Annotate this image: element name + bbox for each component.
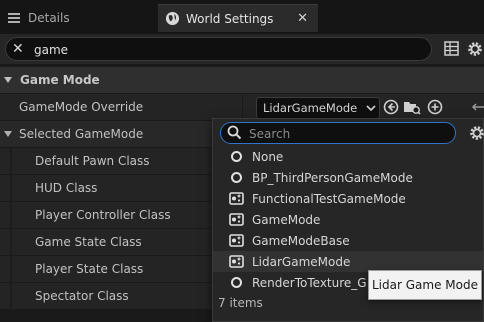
details-search-input[interactable]	[32, 40, 416, 60]
dropdown-option-label: GameMode	[252, 212, 321, 227]
table-view-icon[interactable]	[444, 41, 460, 57]
circle-icon	[228, 149, 244, 165]
tooltip: Lidar Game Mode	[368, 270, 482, 300]
gamemode-override-value: LidarGameMode	[263, 101, 358, 115]
details-icon	[6, 10, 22, 26]
class-icon	[228, 254, 244, 270]
item-count: 7 items	[218, 296, 263, 310]
dropdown-option[interactable]: FunctionalTestGameMode	[228, 188, 484, 209]
indent-guide	[10, 148, 12, 311]
gamemode-override-label: GameMode Override	[19, 100, 144, 114]
dropdown-search-box[interactable]	[220, 122, 456, 144]
class-icon	[228, 212, 244, 228]
search-icon	[227, 125, 242, 143]
dropdown-option[interactable]: BP_ThirdPersonGameMode	[228, 167, 484, 188]
dropdown-option-label: LidarGameMode	[252, 254, 351, 269]
dropdown-option[interactable]: GameModeBase	[228, 230, 484, 251]
dropdown-option-label: None	[252, 149, 284, 164]
property-label: HUD Class	[35, 181, 98, 195]
dropdown-search-input[interactable]	[247, 124, 451, 143]
property-label: Player State Class	[35, 262, 144, 276]
settings-gear-icon[interactable]	[466, 40, 484, 58]
collapse-arrow-icon[interactable]	[4, 77, 12, 83]
collapse-arrow-icon[interactable]	[4, 131, 12, 137]
property-label: Default Pawn Class	[35, 154, 150, 168]
property-label: Spectator Class	[35, 289, 129, 303]
class-icon	[228, 233, 244, 249]
category-game-mode[interactable]: Game Mode	[0, 67, 484, 93]
circle-icon	[228, 275, 244, 291]
tab-world-settings-label: World Settings	[186, 11, 274, 26]
category-selected-gamemode-label: Selected GameMode	[19, 127, 144, 141]
browse-to-asset-icon[interactable]	[383, 99, 399, 117]
tab-details-label: Details	[28, 11, 70, 25]
dropdown-option-label: GameModeBase	[252, 233, 350, 248]
circle-icon	[228, 170, 244, 186]
dropdown-option[interactable]: None	[228, 146, 484, 167]
chevron-down-icon	[363, 104, 379, 112]
tab-world-settings[interactable]: World Settings ✕	[158, 4, 318, 32]
close-icon[interactable]: ✕	[297, 11, 308, 26]
dropdown-option-label: RenderToTexture_G	[252, 275, 367, 290]
gamemode-override-combo[interactable]: LidarGameMode	[256, 97, 380, 119]
reset-to-default-icon[interactable]	[471, 99, 484, 117]
dropdown-settings-gear-icon[interactable]	[468, 124, 484, 142]
globe-icon	[164, 11, 180, 27]
details-search-box[interactable]: ✕	[5, 37, 432, 61]
dropdown-option-label: BP_ThirdPersonGameMode	[252, 170, 413, 185]
property-label: Game State Class	[35, 235, 142, 249]
clear-search-icon[interactable]: ✕	[12, 41, 24, 57]
dropdown-option-label: FunctionalTestGameMode	[252, 191, 406, 206]
dropdown-option-selected[interactable]: LidarGameMode	[213, 251, 483, 272]
browse-folder-icon[interactable]	[403, 99, 421, 117]
add-new-icon[interactable]	[427, 99, 443, 117]
category-game-mode-label: Game Mode	[20, 73, 100, 87]
tab-details[interactable]: Details	[0, 4, 150, 32]
dropdown-option[interactable]: GameMode	[228, 209, 484, 230]
class-icon	[228, 191, 244, 207]
property-label: Player Controller Class	[35, 208, 171, 222]
column-divider[interactable]	[242, 94, 243, 120]
